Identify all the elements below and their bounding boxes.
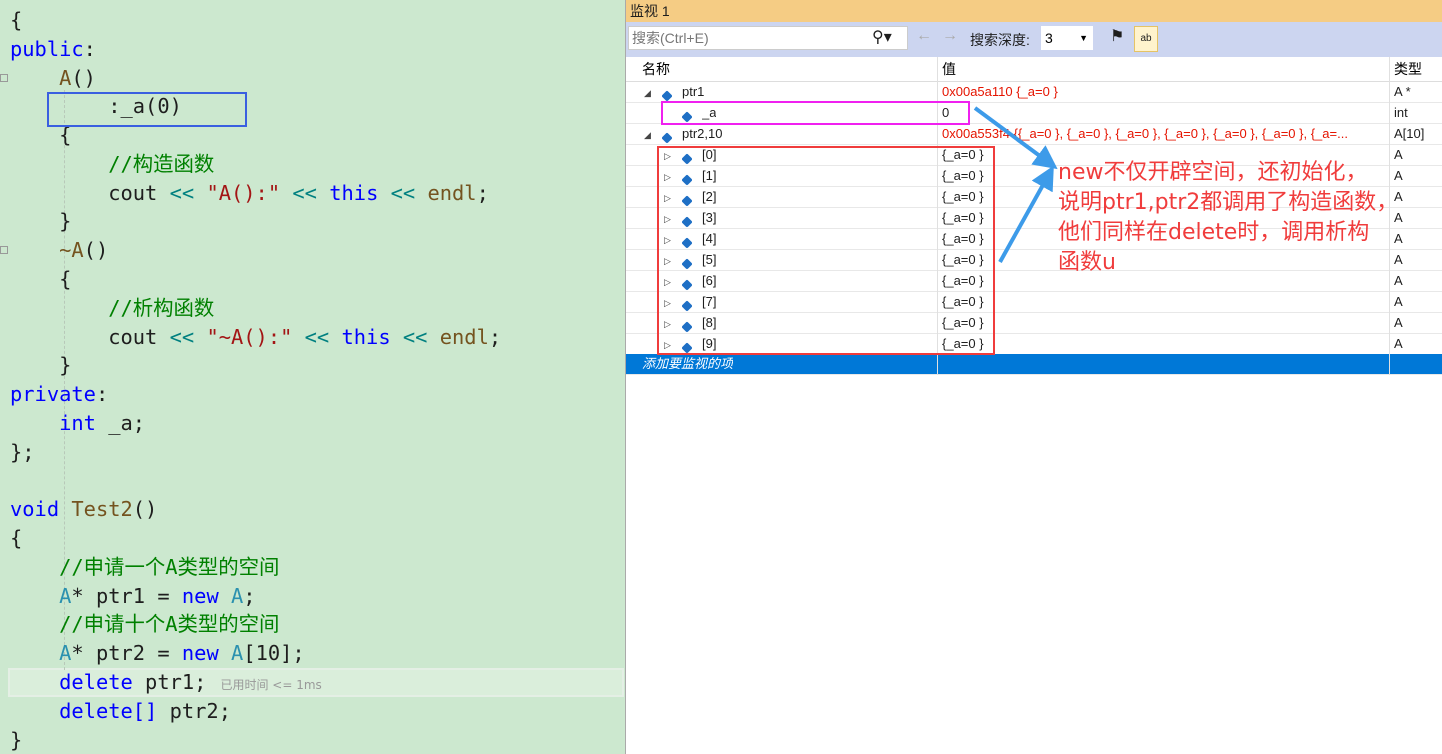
annotation-arrows	[973, 106, 1058, 263]
annotation-text: new不仅开辟空间，还初始化， 说明ptr1,ptr2都调用了构造函数， 他们同…	[1058, 160, 1399, 275]
annotation-arrow	[973, 106, 1058, 170]
annotation-arrow	[998, 165, 1054, 263]
